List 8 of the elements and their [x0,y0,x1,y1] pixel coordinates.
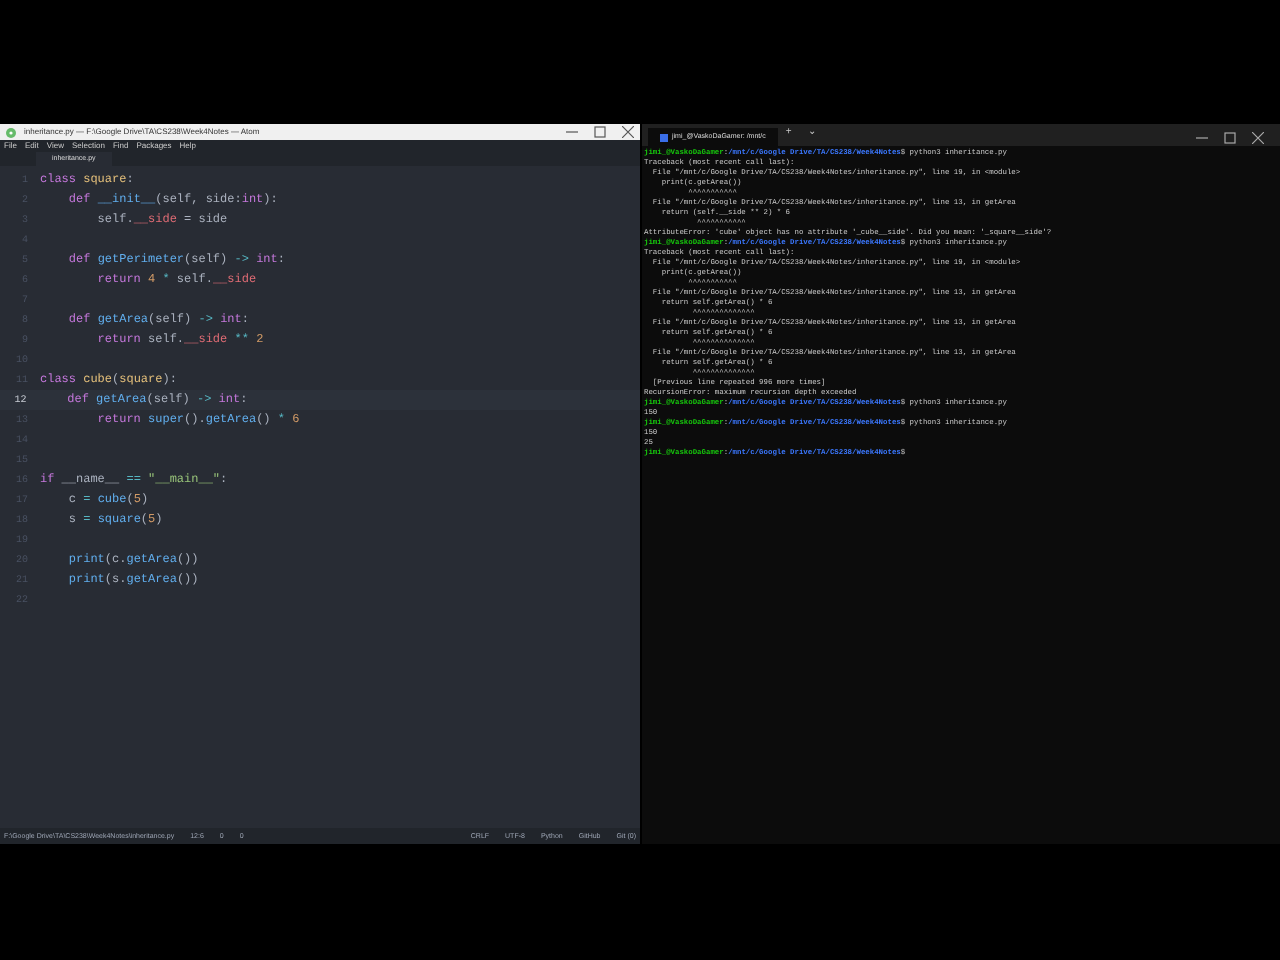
minimize-icon[interactable] [566,126,578,138]
maximize-icon[interactable] [1224,132,1236,144]
close-icon[interactable] [622,126,634,138]
minimize-icon[interactable] [1196,132,1208,144]
close-icon[interactable] [1252,132,1264,144]
atom-icon [6,127,16,137]
maximize-icon[interactable] [594,126,606,138]
terminal-icon [660,133,668,141]
